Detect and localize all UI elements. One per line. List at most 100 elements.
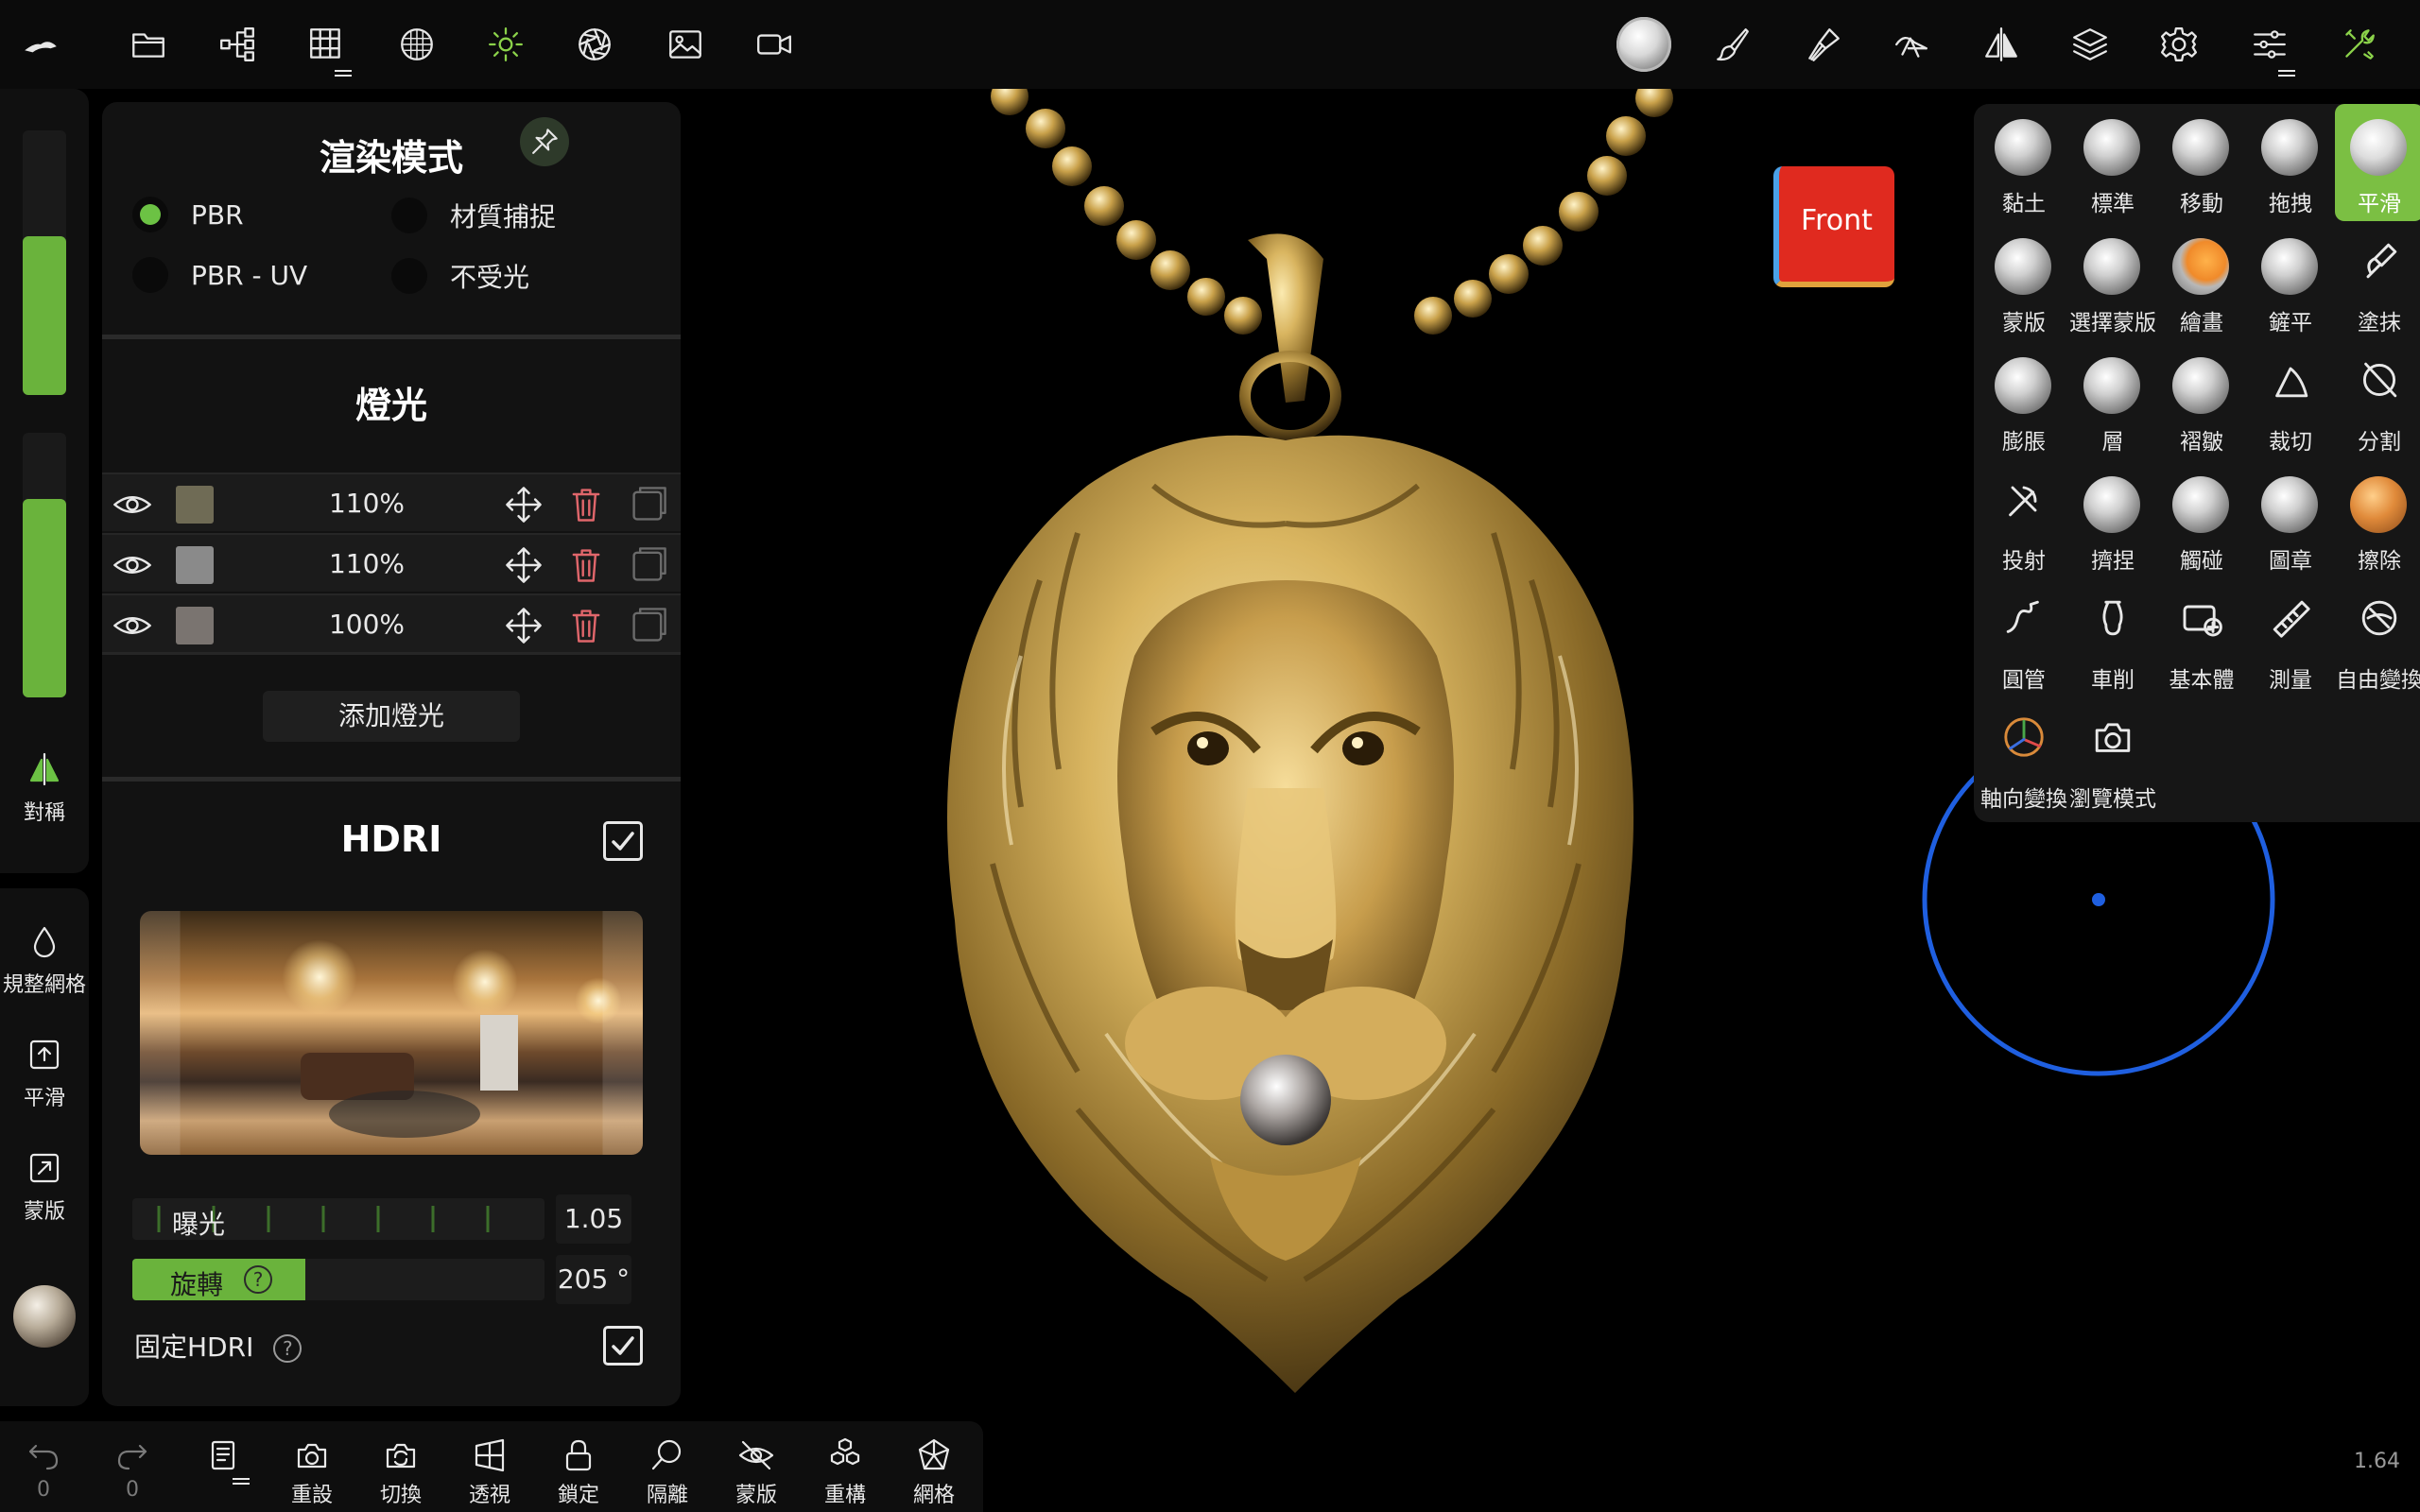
tool-move-sphere[interactable]: 移動 — [2157, 104, 2246, 221]
notebook-button[interactable] — [185, 1436, 261, 1480]
intensity-slider[interactable] — [23, 433, 66, 697]
radio-unlit[interactable]: 不受光 — [391, 257, 529, 295]
tool-pinch-sphere[interactable]: 擠捏 — [2068, 461, 2157, 578]
tool-camera-view[interactable]: 瀏覽模式 — [2068, 699, 2157, 816]
delete-light-icon[interactable] — [565, 605, 607, 646]
topology-grid-icon[interactable] — [299, 17, 354, 72]
nomad-logo-icon[interactable] — [13, 17, 68, 72]
tool-stamp-sphere[interactable]: 圖章 — [2246, 461, 2335, 578]
tool-ruler[interactable]: 測量 — [2246, 580, 2335, 697]
light-row-3[interactable]: 100% — [102, 593, 681, 652]
light-row-2[interactable]: 110% — [102, 533, 681, 592]
remesh-button[interactable]: 規整網格 — [0, 922, 89, 998]
light-color-swatch[interactable] — [176, 546, 214, 584]
hide-mask-button[interactable]: 蒙版 — [718, 1436, 794, 1508]
radio-pbr[interactable]: PBR — [132, 197, 244, 232]
light-row-1[interactable]: 110% — [102, 472, 681, 531]
sliders-icon[interactable] — [2242, 17, 2297, 72]
folder-icon[interactable] — [121, 17, 176, 72]
tool-tube[interactable]: 圓管 — [1979, 580, 2068, 697]
hdri-preview-image[interactable] — [140, 911, 643, 1155]
move-light-icon[interactable] — [503, 544, 544, 586]
delete-light-icon[interactable] — [565, 544, 607, 586]
material-preview-sphere[interactable] — [13, 1285, 76, 1348]
tool-primitive[interactable]: 基本體 — [2157, 580, 2246, 697]
move-light-icon[interactable] — [503, 484, 544, 525]
tool-trim[interactable]: 裁切 — [2246, 342, 2335, 459]
light-color-swatch[interactable] — [176, 607, 214, 644]
light-intensity[interactable]: 100% — [291, 609, 442, 640]
tool-crease-sphere[interactable]: 褶皺 — [2157, 342, 2246, 459]
view-cube[interactable]: Front — [1773, 166, 1894, 287]
symmetry-toggle[interactable]: 對稱 — [0, 750, 89, 826]
isolate-button[interactable]: 隔離 — [630, 1436, 705, 1508]
stroke-brush-icon[interactable] — [1796, 17, 1851, 72]
tool-split[interactable]: 分割 — [2335, 342, 2420, 459]
tool-layer-sphere[interactable]: 層 — [2068, 342, 2157, 459]
falloff-curve-icon[interactable] — [1885, 17, 1940, 72]
scene-tree-icon[interactable] — [210, 17, 265, 72]
material-sphere-icon[interactable] — [389, 17, 444, 72]
lock-button[interactable]: 鎖定 — [541, 1436, 616, 1508]
symmetry-icon[interactable] — [1974, 17, 2029, 72]
exposure-slider[interactable]: 曝光 — [132, 1198, 544, 1240]
mask-button[interactable]: 蒙版 — [0, 1149, 89, 1225]
tool-tweak-sphere[interactable]: 觸碰 — [2157, 461, 2246, 578]
radio-matcap[interactable]: 材質捕捉 — [391, 197, 556, 234]
light-intensity[interactable]: 110% — [291, 488, 442, 519]
tool-flatten-sphere[interactable]: 鏟平 — [2246, 223, 2335, 340]
tool-inflate-sphere[interactable]: 膨脹 — [1979, 342, 2068, 459]
switch-camera-button[interactable]: 切換 — [363, 1436, 439, 1508]
tool-lathe[interactable]: 車削 — [2068, 580, 2157, 697]
light-color-swatch[interactable] — [176, 486, 214, 524]
radio-pbr-dot[interactable] — [132, 197, 168, 232]
rotation-value[interactable]: 205 ° — [556, 1255, 631, 1304]
add-light-button[interactable]: 添加燈光 — [263, 691, 520, 742]
move-light-icon[interactable] — [503, 605, 544, 646]
video-camera-icon[interactable] — [747, 17, 802, 72]
delete-light-icon[interactable] — [565, 484, 607, 525]
hdri-enable-checkbox[interactable] — [603, 821, 643, 861]
duplicate-light-icon[interactable] — [628, 605, 669, 646]
fixed-hdri-checkbox[interactable] — [603, 1326, 643, 1366]
rebuild-button[interactable]: 重構 — [807, 1436, 883, 1508]
image-icon[interactable] — [658, 17, 713, 72]
rotation-help-icon[interactable]: ? — [244, 1265, 272, 1294]
tool-select-mask-sphere[interactable]: 選擇蒙版 — [2068, 223, 2157, 340]
visibility-eye-icon[interactable] — [112, 484, 153, 525]
smooth-button[interactable]: 平滑 — [0, 1036, 89, 1111]
radio-pbr-uv[interactable]: PBR - UV — [132, 257, 307, 293]
tool-smudge[interactable]: 塗抹 — [2335, 223, 2420, 340]
tool-smooth-sphere[interactable]: 平滑 — [2335, 104, 2420, 221]
tool-drag-sphere[interactable]: 拖拽 — [2246, 104, 2335, 221]
perspective-button[interactable]: 透視 — [452, 1436, 527, 1508]
radio-matcap-dot[interactable] — [391, 198, 427, 233]
reset-camera-button[interactable]: 重設 — [274, 1436, 350, 1508]
radius-slider[interactable] — [23, 130, 66, 395]
tools-wrench-icon[interactable] — [2331, 17, 2386, 72]
exposure-value[interactable]: 1.05 — [556, 1194, 631, 1244]
brush-alpha-preview-icon[interactable] — [1616, 17, 1671, 72]
tool-free-transform[interactable]: 自由變換 — [2335, 580, 2420, 697]
visibility-eye-icon[interactable] — [112, 544, 153, 586]
undo-button[interactable]: 0 — [6, 1436, 81, 1502]
radio-pbr-uv-dot[interactable] — [132, 257, 168, 293]
rotation-slider[interactable]: 旋轉 ? — [132, 1259, 544, 1300]
settings-gear-icon[interactable] — [2152, 17, 2206, 72]
wireframe-button[interactable]: 網格 — [896, 1436, 972, 1508]
paint-brush-icon[interactable] — [1705, 17, 1760, 72]
layers-icon[interactable] — [2063, 17, 2118, 72]
tool-paint-sphere[interactable]: 繪畫 — [2157, 223, 2246, 340]
tool-clay-sphere[interactable]: 黏土 — [1979, 104, 2068, 221]
visibility-eye-icon[interactable] — [112, 605, 153, 646]
tool-project[interactable]: 投射 — [1979, 461, 2068, 578]
redo-button[interactable]: 0 — [95, 1436, 170, 1502]
tool-erase-sphere[interactable]: 擦除 — [2335, 461, 2420, 578]
tool-mask-sphere[interactable]: 蒙版 — [1979, 223, 2068, 340]
camera-aperture-icon[interactable] — [567, 17, 622, 72]
fixed-hdri-help-icon[interactable]: ? — [273, 1334, 302, 1363]
duplicate-light-icon[interactable] — [628, 544, 669, 586]
duplicate-light-icon[interactable] — [628, 484, 669, 525]
tool-gizmo-axis[interactable]: 軸向變換 — [1979, 699, 2068, 816]
radio-unlit-dot[interactable] — [391, 258, 427, 294]
